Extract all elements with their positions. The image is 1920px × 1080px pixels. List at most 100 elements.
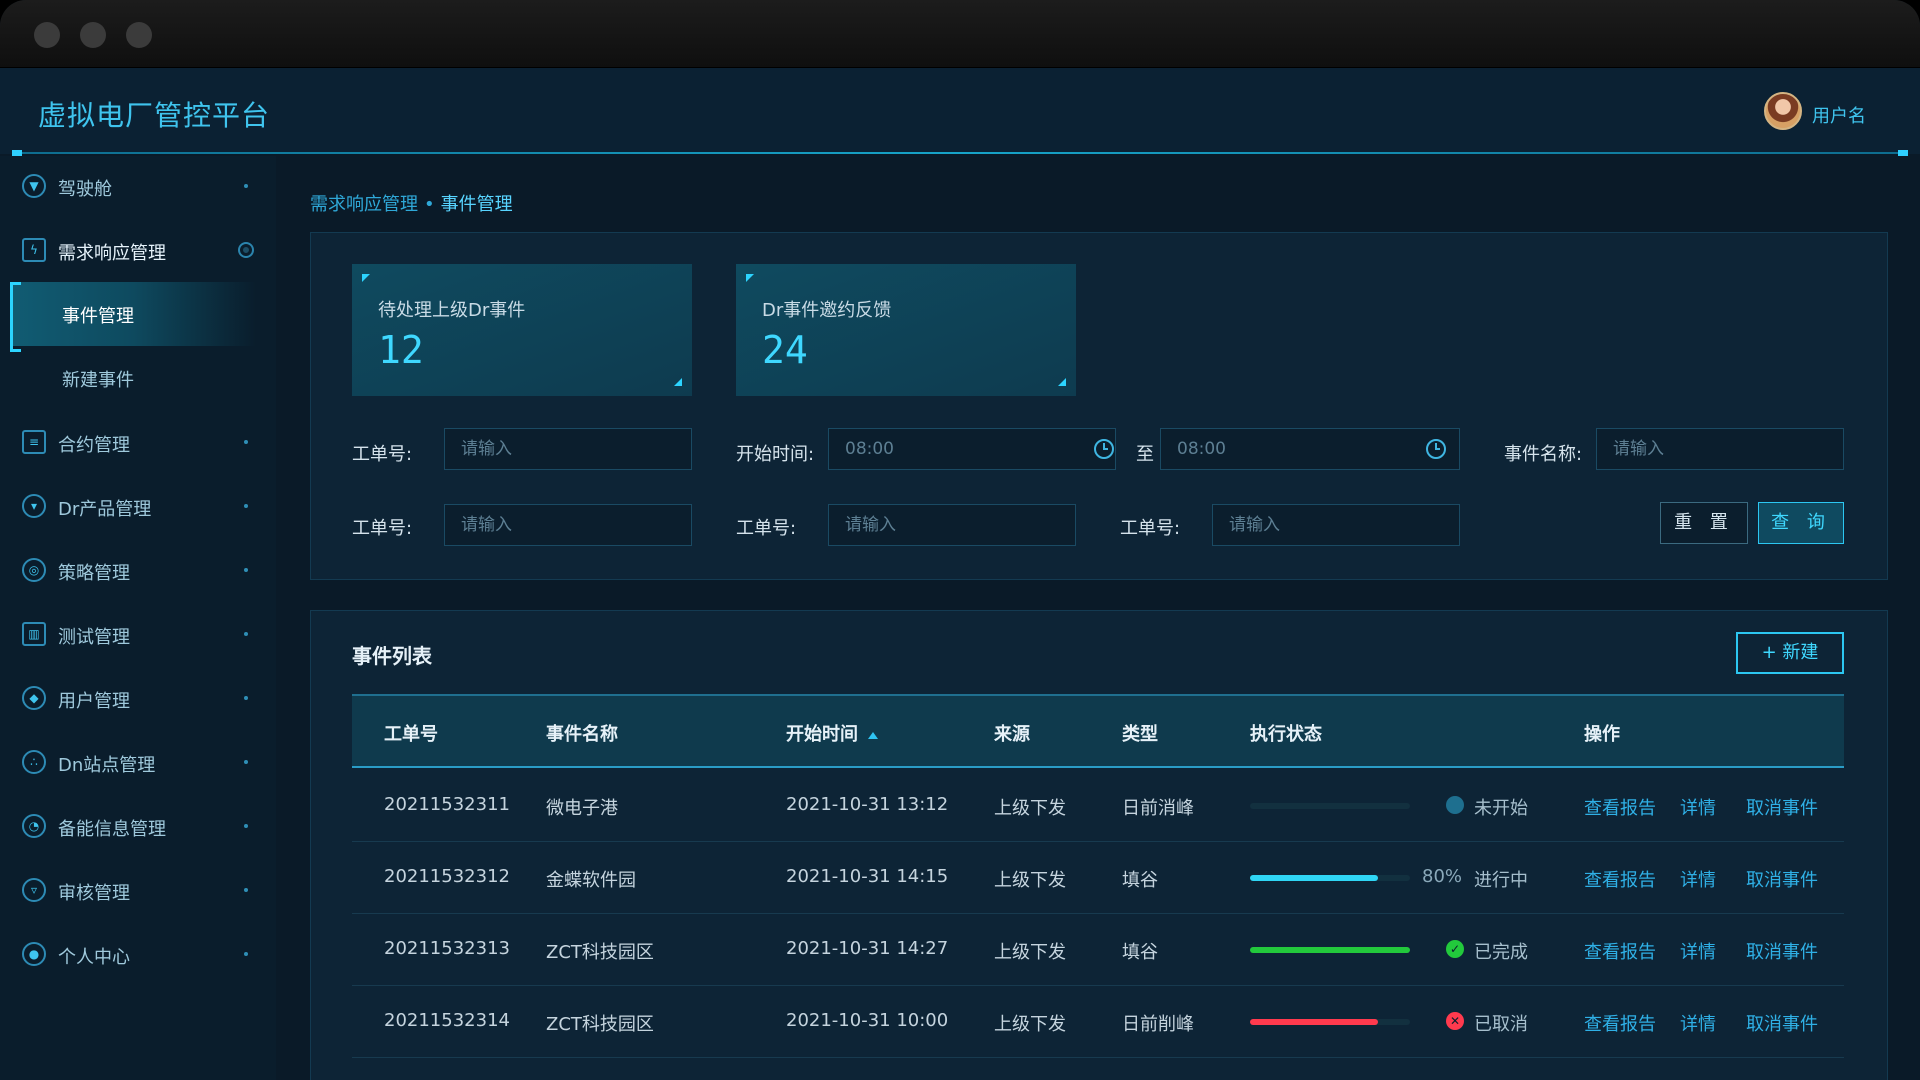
cell-type: 填谷	[1122, 942, 1158, 963]
cell-type: 日前削峰	[1122, 1014, 1194, 1035]
column-header-label: 开始时间	[786, 724, 858, 745]
progress-bar	[1250, 1019, 1410, 1025]
start-time-label: 开始时间:	[736, 444, 815, 465]
reset-button[interactable]: 重 置	[1660, 502, 1748, 544]
sidebar-subitem-label: 新建事件	[62, 370, 134, 391]
cell-order-no: 20211532311	[384, 794, 510, 815]
sidebar-item-strategy[interactable]: ◎ 策略管理	[0, 550, 276, 590]
cell-event-name: 微电子港	[546, 798, 618, 819]
view-report-link[interactable]: 查看报告	[1584, 938, 1656, 964]
progress-bar	[1250, 803, 1410, 809]
view-report-link[interactable]: 查看报告	[1584, 866, 1656, 892]
sidebar-item-energy[interactable]: ◔ 备能信息管理	[0, 806, 276, 846]
query-button[interactable]: 查 询	[1758, 502, 1844, 544]
view-report-link[interactable]: 查看报告	[1584, 794, 1656, 820]
order-no-label: 工单号:	[1120, 518, 1181, 539]
order-no-input[interactable]: 请输入	[444, 428, 692, 470]
stat-card-label: 待处理上级Dr事件	[378, 300, 526, 321]
table-row: 20211532311 微电子港 2021-10-31 13:12 上级下发 日前消峰 未…	[352, 770, 1844, 842]
table-row: 20211532313 ZCT科技园区 2021-10-31 14:27 上级下发 填谷…	[352, 914, 1844, 986]
cell-type: 填谷	[1122, 870, 1158, 891]
column-header-actions: 操作	[1584, 724, 1620, 745]
sidebar-item-demand-response[interactable]: ϟ 需求响应管理	[0, 230, 276, 270]
cancel-event-link[interactable]: 取消事件	[1746, 794, 1818, 820]
sidebar-subitem-new-event[interactable]: 新建事件	[10, 346, 256, 410]
view-report-link[interactable]: 查看报告	[1584, 1010, 1656, 1036]
stat-card-dr-feedback[interactable]: Dr事件邀约反馈 24	[736, 264, 1076, 396]
window-close-button[interactable]	[34, 22, 60, 48]
sidebar-item-dot	[244, 760, 248, 764]
sidebar: ▼ 驾驶舱 ϟ 需求响应管理 事件管理 新建事件 ≡ 合约管理 ▾ Dr产品管理…	[0, 156, 276, 1080]
sidebar-item-site[interactable]: ∴ Dn站点管理	[0, 742, 276, 782]
window-zoom-button[interactable]	[126, 22, 152, 48]
sidebar-item-user[interactable]: ◆ 用户管理	[0, 678, 276, 718]
table-row: 20211532312 金蝶软件园 2021-10-31 14:15 上级下发 填谷 80…	[352, 842, 1844, 914]
start-time-to-input[interactable]: 08:00	[1160, 428, 1460, 470]
cell-order-no: 20211532314	[384, 1010, 510, 1031]
sidebar-item-dot	[244, 696, 248, 700]
cell-start-time: 2021-10-31 14:15	[786, 866, 949, 887]
chart-icon: ▥	[22, 622, 46, 646]
breadcrumb-separator: •	[424, 194, 435, 215]
status-text: 已取消	[1474, 1014, 1528, 1035]
sidebar-item-contract[interactable]: ≡ 合约管理	[0, 422, 276, 462]
sidebar-item-label: 用户管理	[58, 691, 130, 712]
sidebar-item-label: 审核管理	[58, 883, 130, 904]
username[interactable]: 用户名	[1812, 102, 1866, 128]
avatar[interactable]	[1764, 92, 1802, 130]
sort-ascending-icon[interactable]	[868, 731, 878, 739]
clock-icon[interactable]	[1094, 439, 1114, 459]
stat-card-label: Dr事件邀约反馈	[762, 300, 892, 321]
stat-card-value: 12	[378, 328, 424, 372]
order-no-input[interactable]: 请输入	[444, 504, 692, 546]
table-header: 工单号 事件名称 开始时间 来源 类型 执行状态 操作	[352, 694, 1844, 768]
breadcrumb: 需求响应管理 • 事件管理	[310, 190, 513, 216]
detail-link[interactable]: 详情	[1680, 938, 1716, 964]
app-title: 虚拟电厂管控平台	[38, 99, 271, 132]
start-time-from-input[interactable]: 08:00	[828, 428, 1116, 470]
sidebar-item-test[interactable]: ▥ 测试管理	[0, 614, 276, 654]
check-circle-icon: ✓	[1446, 940, 1464, 958]
clock-icon[interactable]	[1426, 439, 1446, 459]
detail-link[interactable]: 详情	[1680, 1010, 1716, 1036]
sidebar-item-dot	[244, 440, 248, 444]
cancel-event-link[interactable]: 取消事件	[1746, 938, 1818, 964]
cell-event-name: ZCT科技园区	[546, 942, 654, 963]
cell-source: 上级下发	[994, 870, 1066, 891]
user-shield-icon: ◆	[22, 686, 46, 710]
sidebar-item-personal[interactable]: ● 个人中心	[0, 934, 276, 974]
sidebar-item-label: 测试管理	[58, 627, 130, 648]
order-no-label: 工单号:	[352, 518, 413, 539]
time-range-to-label: 至	[1136, 444, 1154, 465]
site-icon: ∴	[22, 750, 46, 774]
order-no-input[interactable]: 请输入	[828, 504, 1076, 546]
order-no-label: 工单号:	[736, 518, 797, 539]
product-icon: ▾	[22, 494, 46, 518]
cancel-event-link[interactable]: 取消事件	[1746, 866, 1818, 892]
event-name-input[interactable]: 请输入	[1596, 428, 1844, 470]
column-header-start-time[interactable]: 开始时间	[786, 720, 878, 746]
sidebar-item-dr-product[interactable]: ▾ Dr产品管理	[0, 486, 276, 526]
detail-link[interactable]: 详情	[1680, 866, 1716, 892]
sidebar-subitem-label: 事件管理	[62, 306, 134, 327]
sidebar-item-audit[interactable]: ▿ 审核管理	[0, 870, 276, 910]
sidebar-item-cockpit[interactable]: ▼ 驾驶舱	[0, 166, 276, 206]
audit-icon: ▿	[22, 878, 46, 902]
sidebar-item-dot	[244, 824, 248, 828]
new-event-button[interactable]: + 新建	[1736, 632, 1844, 674]
stat-card-pending-dr[interactable]: 待处理上级Dr事件 12	[352, 264, 692, 396]
sidebar-item-label: Dr产品管理	[58, 499, 152, 520]
breadcrumb-parent[interactable]: 需求响应管理	[310, 194, 418, 215]
cancel-event-link[interactable]: 取消事件	[1746, 1010, 1818, 1036]
breadcrumb-current: 事件管理	[440, 194, 513, 215]
detail-link[interactable]: 详情	[1680, 794, 1716, 820]
sidebar-item-dot	[244, 184, 248, 188]
cell-event-name: 金蝶软件园	[546, 870, 636, 891]
sidebar-subitem-event-management[interactable]: 事件管理	[10, 282, 256, 352]
cell-event-name: ZCT科技园区	[546, 1014, 654, 1035]
status-text: 已完成	[1474, 942, 1528, 963]
cockpit-icon: ▼	[22, 174, 46, 198]
contract-icon: ≡	[22, 430, 46, 454]
window-minimize-button[interactable]	[80, 22, 106, 48]
order-no-input[interactable]: 请输入	[1212, 504, 1460, 546]
